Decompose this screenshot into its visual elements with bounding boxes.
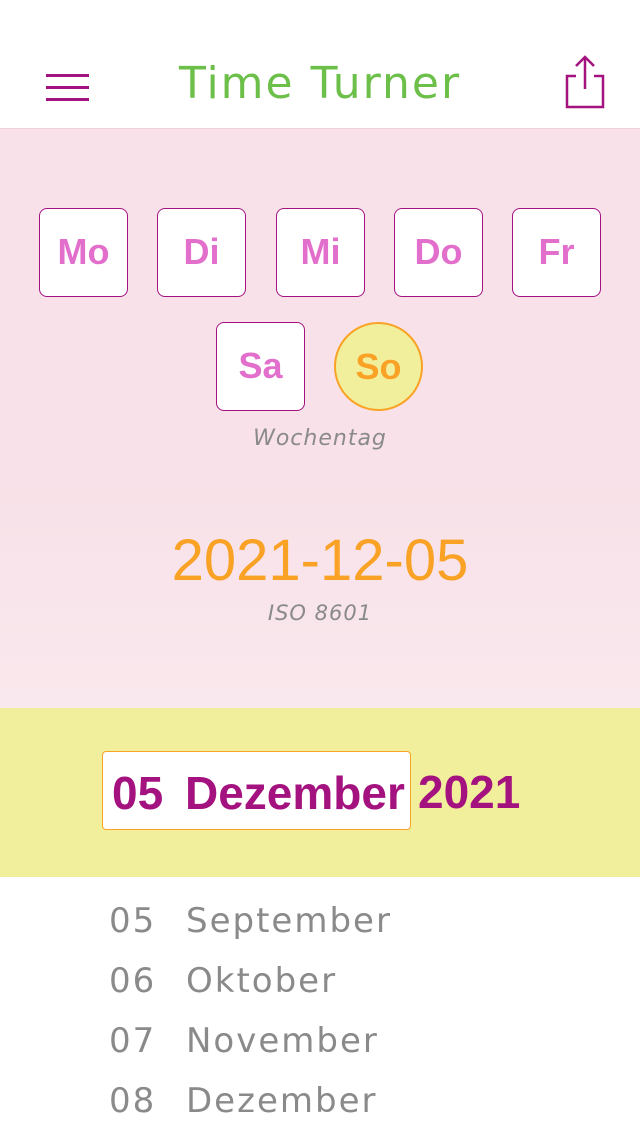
app-header: Time Turner: [0, 0, 640, 129]
picker-day: 08: [109, 1081, 157, 1121]
iso-date: 2021-12-05: [171, 528, 469, 593]
picker-month: November: [186, 1021, 379, 1061]
weekday-button-mi[interactable]: Mi: [276, 208, 365, 297]
date-bar: 05 Dezember 2021: [0, 708, 640, 877]
picker-day: 05: [109, 901, 157, 941]
picker-row[interactable]: 07 November: [0, 1021, 640, 1081]
picker-row[interactable]: 08 Dezember: [0, 1081, 640, 1136]
weekday-button-fr[interactable]: Fr: [512, 208, 601, 297]
weekday-button-do[interactable]: Do: [394, 208, 483, 297]
weekday-caption: Wochentag: [253, 426, 387, 451]
app-title: Time Turner: [178, 58, 462, 109]
picker-row[interactable]: 06 Oktober: [0, 961, 640, 1021]
picker-month: Oktober: [186, 961, 338, 1001]
date-day[interactable]: 05: [112, 766, 163, 820]
picker-month: September: [186, 901, 392, 941]
weekday-button-mo[interactable]: Mo: [39, 208, 128, 297]
iso-caption: ISO 8601: [267, 601, 373, 625]
date-picker[interactable]: 05 September 06 Oktober 07 November 08 D…: [0, 877, 640, 1136]
picker-row[interactable]: 05 September: [0, 901, 640, 961]
weekday-section: Mo Di Mi Do Fr Sa So Wochentag 2021-12-0…: [0, 129, 640, 708]
weekday-button-sa[interactable]: Sa: [216, 322, 305, 411]
date-year[interactable]: 2021: [418, 765, 520, 819]
weekday-button-di[interactable]: Di: [157, 208, 246, 297]
picker-day: 07: [109, 1021, 157, 1061]
date-field[interactable]: 05 Dezember: [102, 751, 411, 830]
picker-month: Dezember: [186, 1081, 378, 1121]
weekday-button-so-selected[interactable]: So: [334, 322, 423, 411]
share-icon[interactable]: [562, 54, 608, 112]
picker-day: 06: [109, 961, 157, 1001]
date-month[interactable]: Dezember: [185, 766, 405, 820]
